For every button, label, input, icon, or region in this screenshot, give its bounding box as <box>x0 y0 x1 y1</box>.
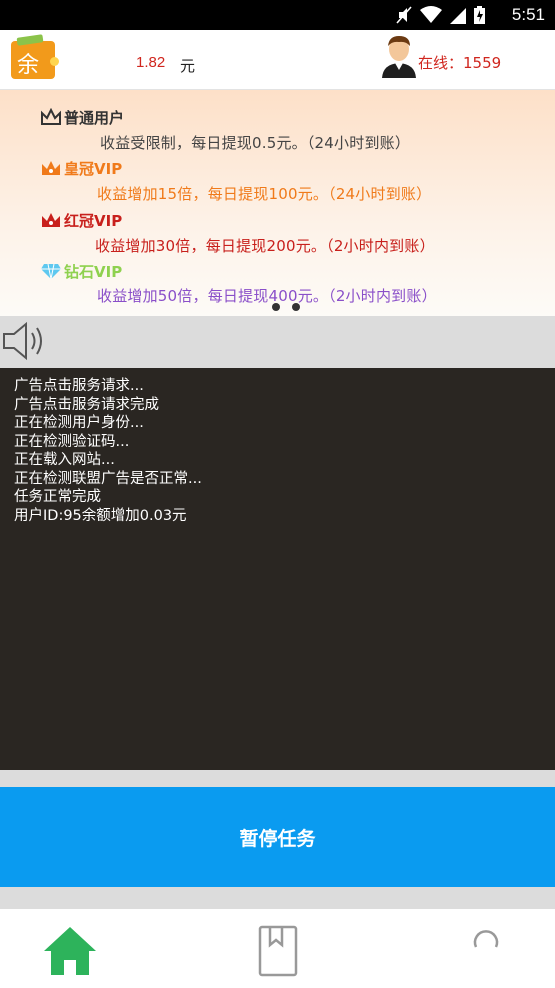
crown-outline-icon <box>41 108 61 125</box>
bookmark-icon[interactable] <box>248 923 308 979</box>
balance-unit: 元 <box>180 57 196 75</box>
task-log-console: 广告点击服务请求... 广告点击服务请求完成 正在检测用户身份... 正在检测验… <box>0 368 555 770</box>
header-bar: 余 1.82 元 在线：1559 <box>0 30 555 90</box>
wallet-icon[interactable]: 余 <box>11 34 59 79</box>
crown-red-icon <box>42 213 60 227</box>
log-line: 正在检测用户身份... <box>14 415 144 431</box>
balance-value: 1.82 <box>136 54 166 71</box>
status-bar: 5:51 <box>0 0 555 30</box>
spacer <box>0 770 555 787</box>
user-avatar-icon[interactable] <box>380 34 418 78</box>
battery-icon <box>474 6 485 24</box>
log-line: 正在检测联盟广告是否正常... <box>14 470 202 487</box>
tier-desc: 收益增加30倍，每日提现200元。（2小时内到账） <box>95 237 435 255</box>
tier-diamond-vip: 钻石VIP <box>40 261 122 282</box>
log-line: 用户ID:95余额增加0.03元 <box>14 507 187 524</box>
tier-name: 红冠VIP <box>64 212 123 230</box>
log-line: 正在检测验证码... <box>14 433 130 450</box>
status-time: 5:51 <box>511 5 545 24</box>
log-line: 广告点击服务请求完成 <box>14 396 159 413</box>
online-count: 在线：1559 <box>418 54 502 72</box>
status-icons <box>396 5 485 25</box>
log-line: 广告点击服务请求... <box>14 378 144 394</box>
speaker-icon[interactable] <box>2 320 46 362</box>
spacer <box>0 887 555 909</box>
bottom-nav <box>0 909 555 988</box>
tier-desc: 收益增加50倍，每日提现400元。（2小时内到账） <box>97 287 437 305</box>
banner-pager-dots[interactable] <box>272 303 300 311</box>
announcement-bar <box>0 316 555 368</box>
tier-desc: 收益增加15倍，每日提现100元。（24小时到账） <box>97 185 432 203</box>
wallet-icon-char: 余 <box>17 53 40 78</box>
tier-red-crown-vip: 红冠VIP <box>40 210 122 231</box>
crown-orange-icon <box>42 161 60 175</box>
wallet-flap <box>16 34 44 46</box>
log-line: 任务正常完成 <box>14 489 101 505</box>
log-line: 正在载入网站... <box>14 452 115 468</box>
mute-icon <box>396 6 412 24</box>
vip-banner[interactable]: 普通用户 收益受限制，每日提现0.5元。（24小时到账） 皇冠VIP 收益增加1… <box>0 90 555 316</box>
diamond-icon <box>41 263 61 280</box>
wifi-icon <box>420 6 442 23</box>
tier-name: 钻石VIP <box>64 263 123 281</box>
pager-dot[interactable] <box>292 303 300 311</box>
pager-dot[interactable] <box>272 303 280 311</box>
pause-task-button[interactable]: 暂停任务 <box>0 787 555 887</box>
tier-name: 皇冠VIP <box>64 160 123 178</box>
search-icon[interactable] <box>456 923 516 979</box>
signal-icon <box>450 8 466 24</box>
home-icon[interactable] <box>40 923 100 979</box>
tier-standard: 普通用户 <box>40 107 124 128</box>
log-lines: 广告点击服务请求... 广告点击服务请求完成 正在检测用户身份... 正在检测验… <box>0 368 555 525</box>
wallet-clasp <box>50 57 59 66</box>
tier-name: 普通用户 <box>64 109 125 127</box>
tier-desc: 收益受限制，每日提现0.5元。（24小时到账） <box>100 134 411 152</box>
tier-crown-vip: 皇冠VIP <box>40 158 122 179</box>
